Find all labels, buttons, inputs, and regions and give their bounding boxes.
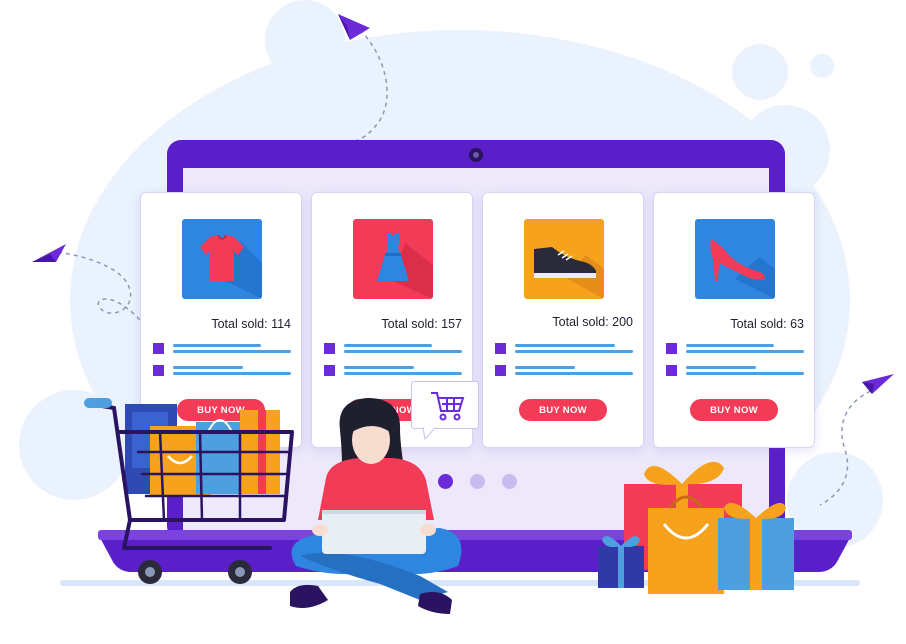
gift-box-icon bbox=[598, 536, 644, 588]
shopping-bag-icon bbox=[648, 495, 724, 594]
gifts-illustration bbox=[598, 461, 794, 594]
